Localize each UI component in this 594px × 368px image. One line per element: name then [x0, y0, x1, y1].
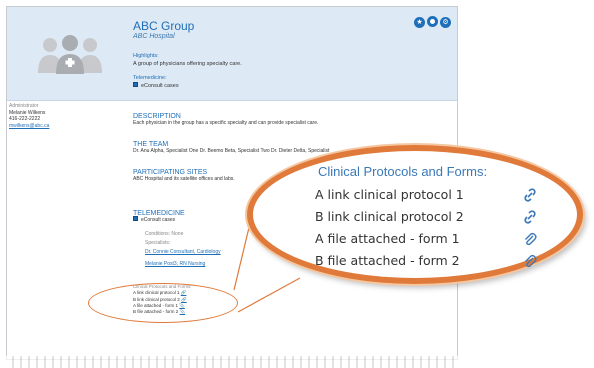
link-icon[interactable] [522, 187, 538, 203]
callout-item-3: A file attached - form 1 [315, 231, 460, 246]
paperclip-icon[interactable] [522, 231, 538, 247]
callout-item-4: B file attached - form 2 [315, 253, 460, 268]
callout-item-2: B link clinical protocol 2 [315, 209, 464, 224]
paperclip-icon[interactable] [522, 253, 538, 269]
callout-title: Clinical Protocols and Forms: [318, 164, 488, 179]
link-icon[interactable] [522, 209, 538, 225]
callout-item-1: A link clinical protocol 1 [315, 187, 464, 202]
